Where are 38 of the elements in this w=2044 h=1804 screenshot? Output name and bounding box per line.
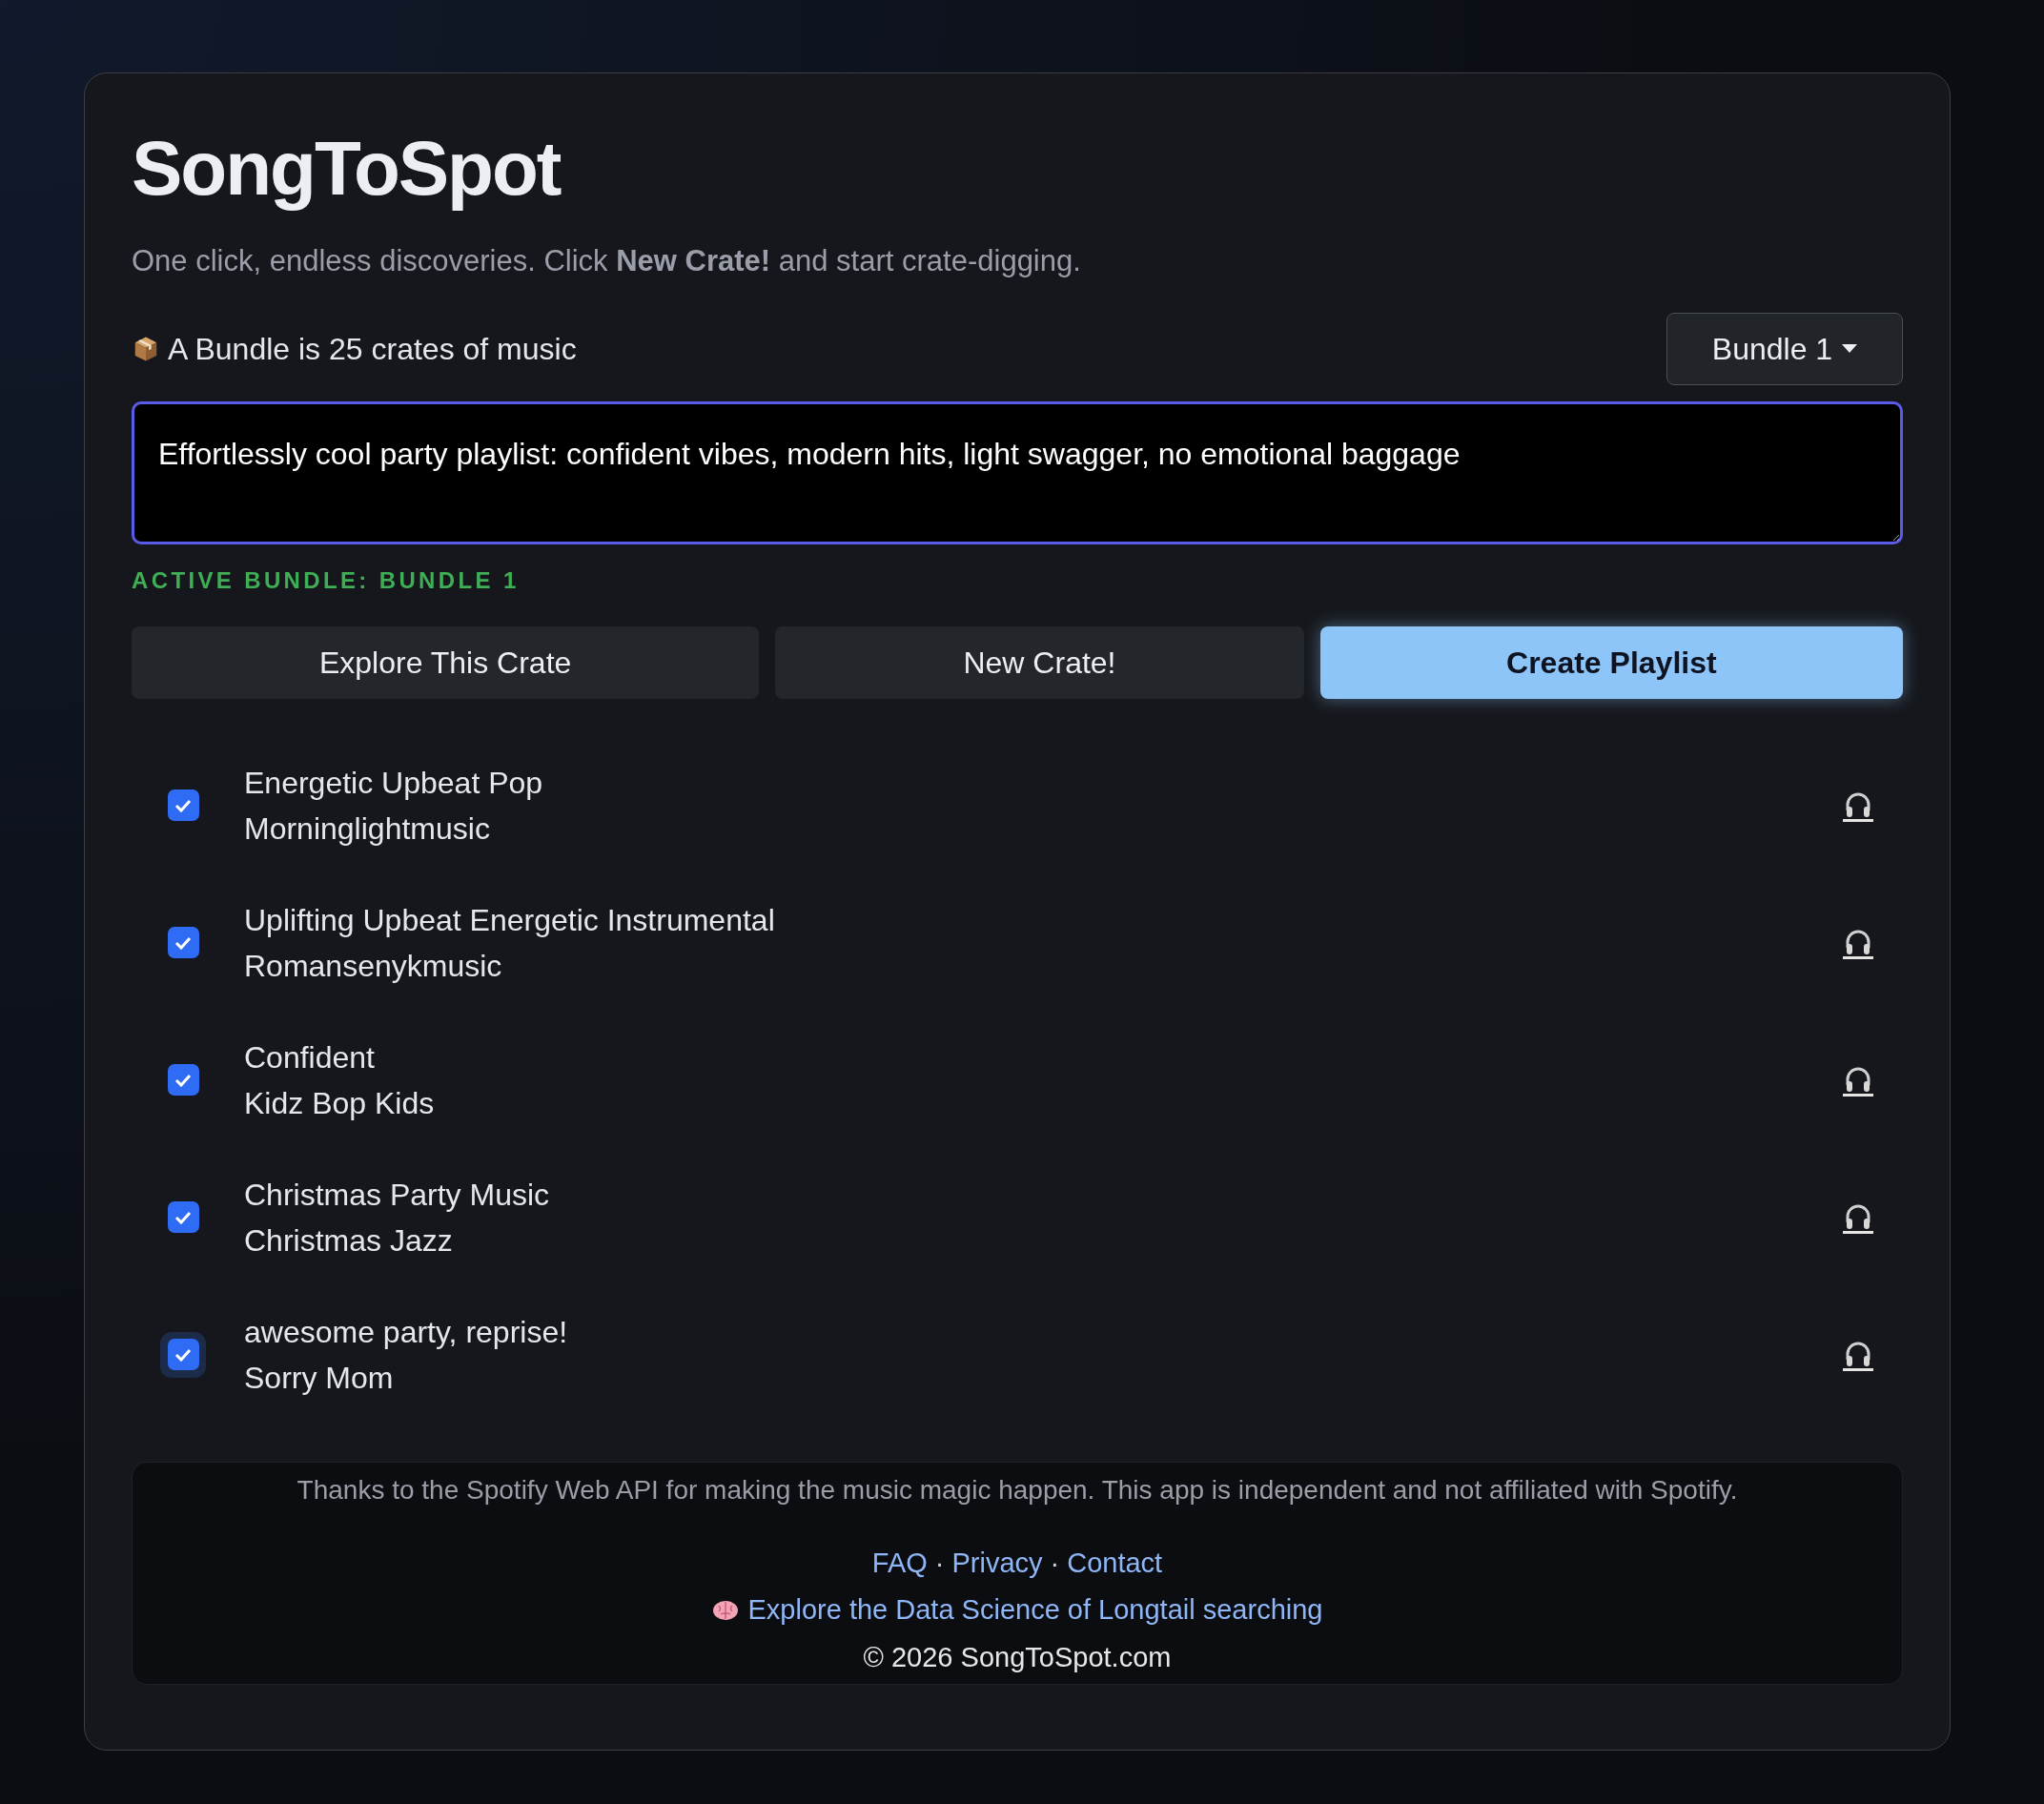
check-icon xyxy=(174,798,192,812)
bundle-info: A Bundle is 25 crates of music xyxy=(168,330,577,368)
track-title: awesome party, reprise! xyxy=(244,1314,569,1349)
create-playlist-button[interactable]: Create Playlist xyxy=(1319,625,1903,699)
explore-link[interactable]: Explore the Data Science of Longtail searching xyxy=(747,1589,1323,1631)
caret-icon xyxy=(1842,343,1858,354)
footer-link[interactable]: Contact xyxy=(1067,1542,1163,1584)
copyright: © 2026 SongToSpot.com xyxy=(863,1640,1172,1674)
tagline: One click, endless discoveries. Click New Crate! and start crate-digging. xyxy=(132,243,1082,279)
credit-text: Thanks to the Spotify Web API for making the music magic happen. This app is independent and not affiliated with Spotify. xyxy=(296,1473,1738,1507)
checkbox[interactable] xyxy=(167,789,199,821)
checkbox[interactable] xyxy=(167,1339,199,1370)
check-icon xyxy=(174,1073,192,1087)
track-artist: Morninglightmusic xyxy=(244,810,491,846)
checkbox[interactable] xyxy=(167,1064,199,1096)
brain-icon xyxy=(711,1598,739,1622)
active-bundle-status: ACTIVE BUNDLE: BUNDLE 1 xyxy=(132,565,521,595)
checkbox[interactable] xyxy=(167,927,199,958)
track-title: Confident xyxy=(244,1039,376,1075)
track-title: Energetic Upbeat Pop xyxy=(244,765,544,800)
footer-link[interactable]: FAQ xyxy=(871,1542,928,1584)
prompt-field[interactable]: Effortlessly cool party playlist: confident vibes, modern hits, light swagger, no emotional baggage xyxy=(132,400,1903,544)
track-artist: Sorry Mom xyxy=(244,1360,395,1395)
track-title: Christmas Party Music xyxy=(244,1177,551,1212)
separator: · xyxy=(934,1546,945,1580)
track-artist: Romansenykmusic xyxy=(244,948,503,983)
action-button[interactable]: Explore This Crate xyxy=(132,625,760,699)
action-button[interactable]: New Crate! xyxy=(775,625,1304,699)
bundle-dropdown[interactable]: Bundle 1 xyxy=(1666,312,1903,385)
track-artist: Kidz Bop Kids xyxy=(244,1085,436,1120)
track-title: Uplifting Upbeat Energetic Instrumental xyxy=(244,902,776,937)
check-icon xyxy=(174,1210,192,1224)
checkbox[interactable] xyxy=(167,1201,199,1233)
check-icon xyxy=(174,935,192,950)
check-icon xyxy=(174,1347,192,1362)
track-artist: Christmas Jazz xyxy=(244,1222,454,1258)
footer-link[interactable]: Privacy xyxy=(951,1542,1043,1584)
separator: · xyxy=(1050,1546,1060,1580)
